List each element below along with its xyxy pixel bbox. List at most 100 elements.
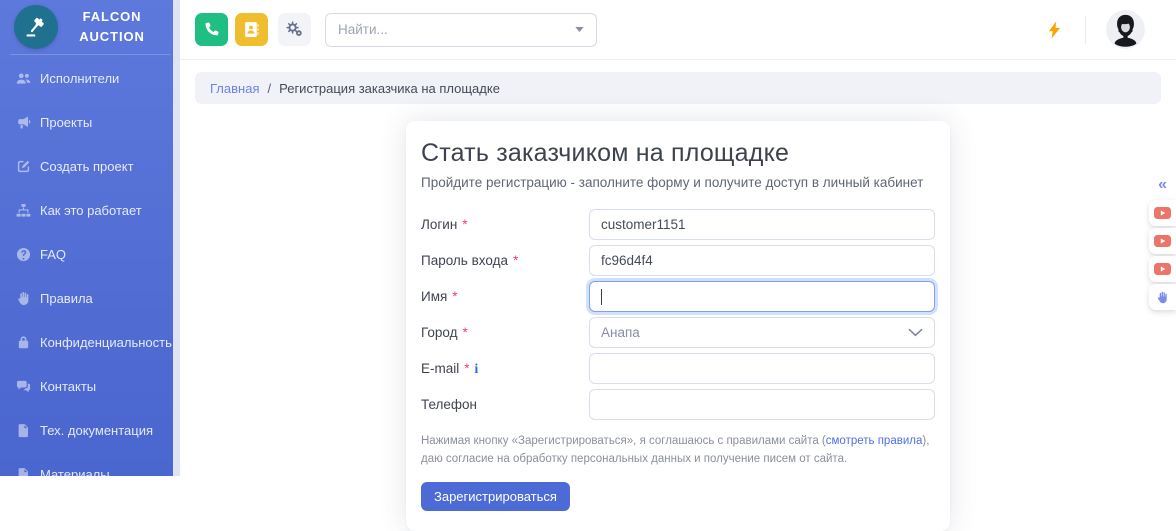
- sidebar-item-label: Материалы: [40, 467, 110, 482]
- sidebar-item-contacts[interactable]: Контакты: [0, 364, 173, 408]
- caret-down-icon: [575, 27, 584, 32]
- registration-card: Стать заказчиком на площадке Пройдите ре…: [406, 121, 950, 531]
- sitemap-icon: [15, 202, 31, 218]
- breadcrumb-home-link[interactable]: Главная: [210, 81, 259, 96]
- sidebar-item-materials[interactable]: Материалы: [0, 452, 173, 496]
- hand-icon: [1156, 291, 1169, 304]
- password-input[interactable]: [589, 245, 935, 276]
- field-label-text: E-mail: [421, 361, 459, 376]
- email-input[interactable]: [589, 353, 935, 384]
- megaphone-icon: [15, 114, 31, 130]
- terms-text: Нажимая кнопку «Зарегистрироваться», я с…: [421, 433, 935, 469]
- topbar: Найти...: [180, 0, 1176, 60]
- rail-hand-link[interactable]: [1149, 284, 1176, 310]
- document-icon: [15, 422, 31, 438]
- youtube-icon: [1154, 207, 1171, 219]
- sidebar-item-privacy[interactable]: Конфиденциальность: [0, 320, 173, 364]
- brand-line2: AUCTION: [66, 27, 158, 47]
- field-control-phone: [589, 389, 935, 420]
- sidebar-item-projects[interactable]: Проекты: [0, 100, 173, 144]
- sidebar-nav: Исполнители Проекты Создать проектКак это …: [0, 56, 173, 496]
- sidebar-item-label: Контакты: [40, 379, 96, 394]
- sidebar-item-rules[interactable]: Правила: [0, 276, 173, 320]
- sidebar-item-tech-docs[interactable]: Тех. документация: [0, 408, 173, 452]
- edit-icon: [15, 158, 31, 174]
- field-label-phone: Телефон: [421, 397, 589, 412]
- brand-logo[interactable]: FALCON AUCTION: [0, 0, 180, 52]
- sidebar-item-how-it-works[interactable]: Как это работает: [0, 188, 173, 232]
- field-label-text: Имя: [421, 289, 447, 304]
- selected-option: Анапа: [601, 325, 640, 340]
- sidebar-divider: [10, 54, 170, 55]
- field-label-city: Город*: [421, 325, 589, 340]
- comments-icon: [15, 378, 31, 394]
- hand-icon: [15, 290, 31, 306]
- field-label-text: Логин: [421, 217, 457, 232]
- address-book-icon: [243, 21, 260, 38]
- page-title: Стать заказчиком на площадке: [421, 139, 935, 168]
- rail-video-link-3[interactable]: [1149, 256, 1176, 282]
- sidebar-item-label: Исполнители: [40, 71, 119, 86]
- rail-video-link-1[interactable]: [1149, 200, 1176, 226]
- field-label-email: E-mail * i: [421, 361, 589, 377]
- field-control-name: [589, 281, 935, 312]
- sidebar-item-faq[interactable]: FAQ: [0, 232, 173, 276]
- required-asterisk: *: [452, 289, 457, 304]
- field-label-text: Телефон: [421, 397, 477, 412]
- brand-name: FALCON AUCTION: [66, 7, 158, 47]
- rail-video-link-2[interactable]: [1149, 228, 1176, 254]
- search-placeholder: Найти...: [338, 22, 388, 37]
- sidebar: FALCON AUCTION Исполнители Проекты Создать…: [0, 0, 180, 476]
- sidebar-item-create-project[interactable]: Создать проект: [0, 144, 173, 188]
- sidebar-item-label: Тех. документация: [40, 423, 153, 438]
- terms-before: Нажимая кнопку «Зарегистрироваться», я с…: [421, 435, 826, 447]
- form-field-name: Имя *: [421, 281, 935, 312]
- content: Главная / Регистрация заказчика на площа…: [180, 60, 1176, 476]
- field-label-name: Имя *: [421, 289, 589, 304]
- collapse-rail-button[interactable]: «: [1158, 177, 1167, 193]
- topbar-divider: [1085, 16, 1086, 44]
- page-subtitle: Пройдите регистрацию - заполните форму и…: [421, 175, 935, 190]
- quick-actions-button[interactable]: [1044, 17, 1065, 43]
- field-label-login: Логин*: [421, 217, 589, 232]
- form-field-city: Город* Анапа: [421, 317, 935, 348]
- city-select[interactable]: Анапа: [589, 317, 935, 348]
- form-field-email: E-mail * i: [421, 353, 935, 384]
- field-label-text: Пароль входа: [421, 253, 508, 268]
- register-button[interactable]: Зарегистрироваться: [421, 482, 570, 511]
- document-icon: [15, 466, 31, 482]
- form-field-phone: Телефон: [421, 389, 935, 420]
- brand-line1: FALCON: [66, 7, 158, 27]
- info-icon[interactable]: i: [475, 361, 479, 377]
- sidebar-item-label: Проекты: [40, 115, 92, 130]
- form-field-password: Пароль входа*: [421, 245, 935, 276]
- phone-icon: [203, 21, 220, 38]
- field-control-password: [589, 245, 935, 276]
- chevron-down-icon: [908, 328, 923, 337]
- search-select[interactable]: Найти...: [325, 13, 597, 47]
- form-field-login: Логин*: [421, 209, 935, 240]
- sidebar-item-performers[interactable]: Исполнители: [0, 56, 173, 100]
- field-control-login: [589, 209, 935, 240]
- logo-circle: [14, 5, 58, 49]
- field-control-city: Анапа: [589, 317, 935, 348]
- settings-button[interactable]: [278, 13, 311, 46]
- registration-form: Логин*Пароль входа*Имя*Город*АнапаE-mail…: [421, 209, 935, 420]
- right-rail: «: [1149, 177, 1176, 312]
- required-asterisk: *: [464, 361, 469, 376]
- name-input[interactable]: [589, 281, 935, 312]
- phone-input[interactable]: [589, 389, 935, 420]
- user-avatar[interactable]: [1106, 10, 1145, 49]
- view-rules-link[interactable]: смотреть правила: [826, 435, 923, 447]
- address-book-button[interactable]: [235, 13, 268, 46]
- sidebar-item-label: Конфиденциальность: [40, 335, 172, 350]
- youtube-icon: [1154, 263, 1171, 275]
- youtube-icon: [1154, 235, 1171, 247]
- bolt-icon: [1048, 21, 1061, 39]
- login-input[interactable]: [589, 209, 935, 240]
- cogs-icon: [285, 20, 304, 39]
- sidebar-scrollbar[interactable]: [173, 0, 180, 476]
- breadcrumb-separator: /: [267, 81, 271, 96]
- required-asterisk: *: [463, 325, 468, 340]
- phone-button[interactable]: [195, 13, 228, 46]
